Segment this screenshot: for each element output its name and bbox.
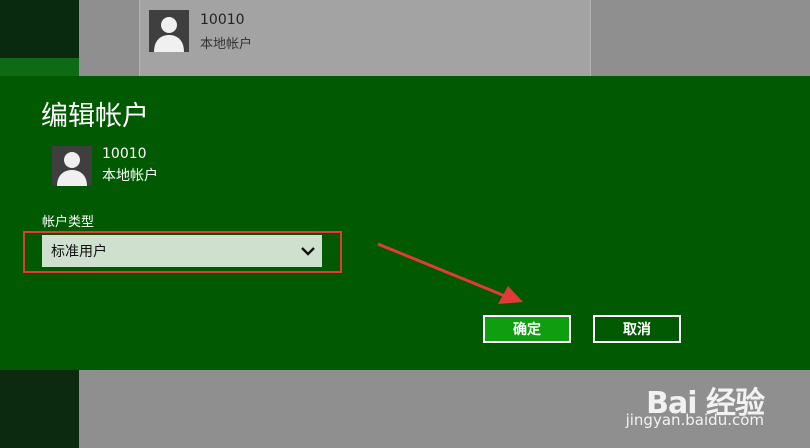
select-value: 标准用户 — [51, 244, 107, 260]
avatar — [52, 146, 92, 186]
avatar — [149, 10, 189, 52]
account-type-label: 帐户类型 — [42, 215, 95, 230]
watermark-url: jingyan.baidu.com — [625, 411, 764, 429]
account-name: 10010 — [200, 12, 245, 28]
account-type: 本地帐户 — [102, 168, 158, 184]
left-strip-bottom — [0, 370, 79, 448]
account-type: 本地帐户 — [200, 37, 253, 52]
dialog-title: 编辑帐户 — [41, 101, 149, 132]
left-strip-accent — [0, 58, 79, 76]
user-silhouette-icon — [154, 17, 184, 52]
account-type-select[interactable]: 标准用户 — [42, 235, 322, 267]
confirm-button[interactable]: 确定 — [483, 315, 571, 343]
user-silhouette-icon — [57, 152, 87, 186]
chevron-down-icon — [294, 235, 322, 267]
edit-account-dialog: 编辑帐户 10010 本地帐户 帐户类型 标准用户 确定 取消 — [0, 76, 810, 370]
background-account-card: 10010 本地帐户 — [139, 0, 591, 76]
account-name: 10010 — [102, 146, 147, 162]
left-strip-top — [0, 0, 79, 58]
cancel-button[interactable]: 取消 — [593, 315, 681, 343]
